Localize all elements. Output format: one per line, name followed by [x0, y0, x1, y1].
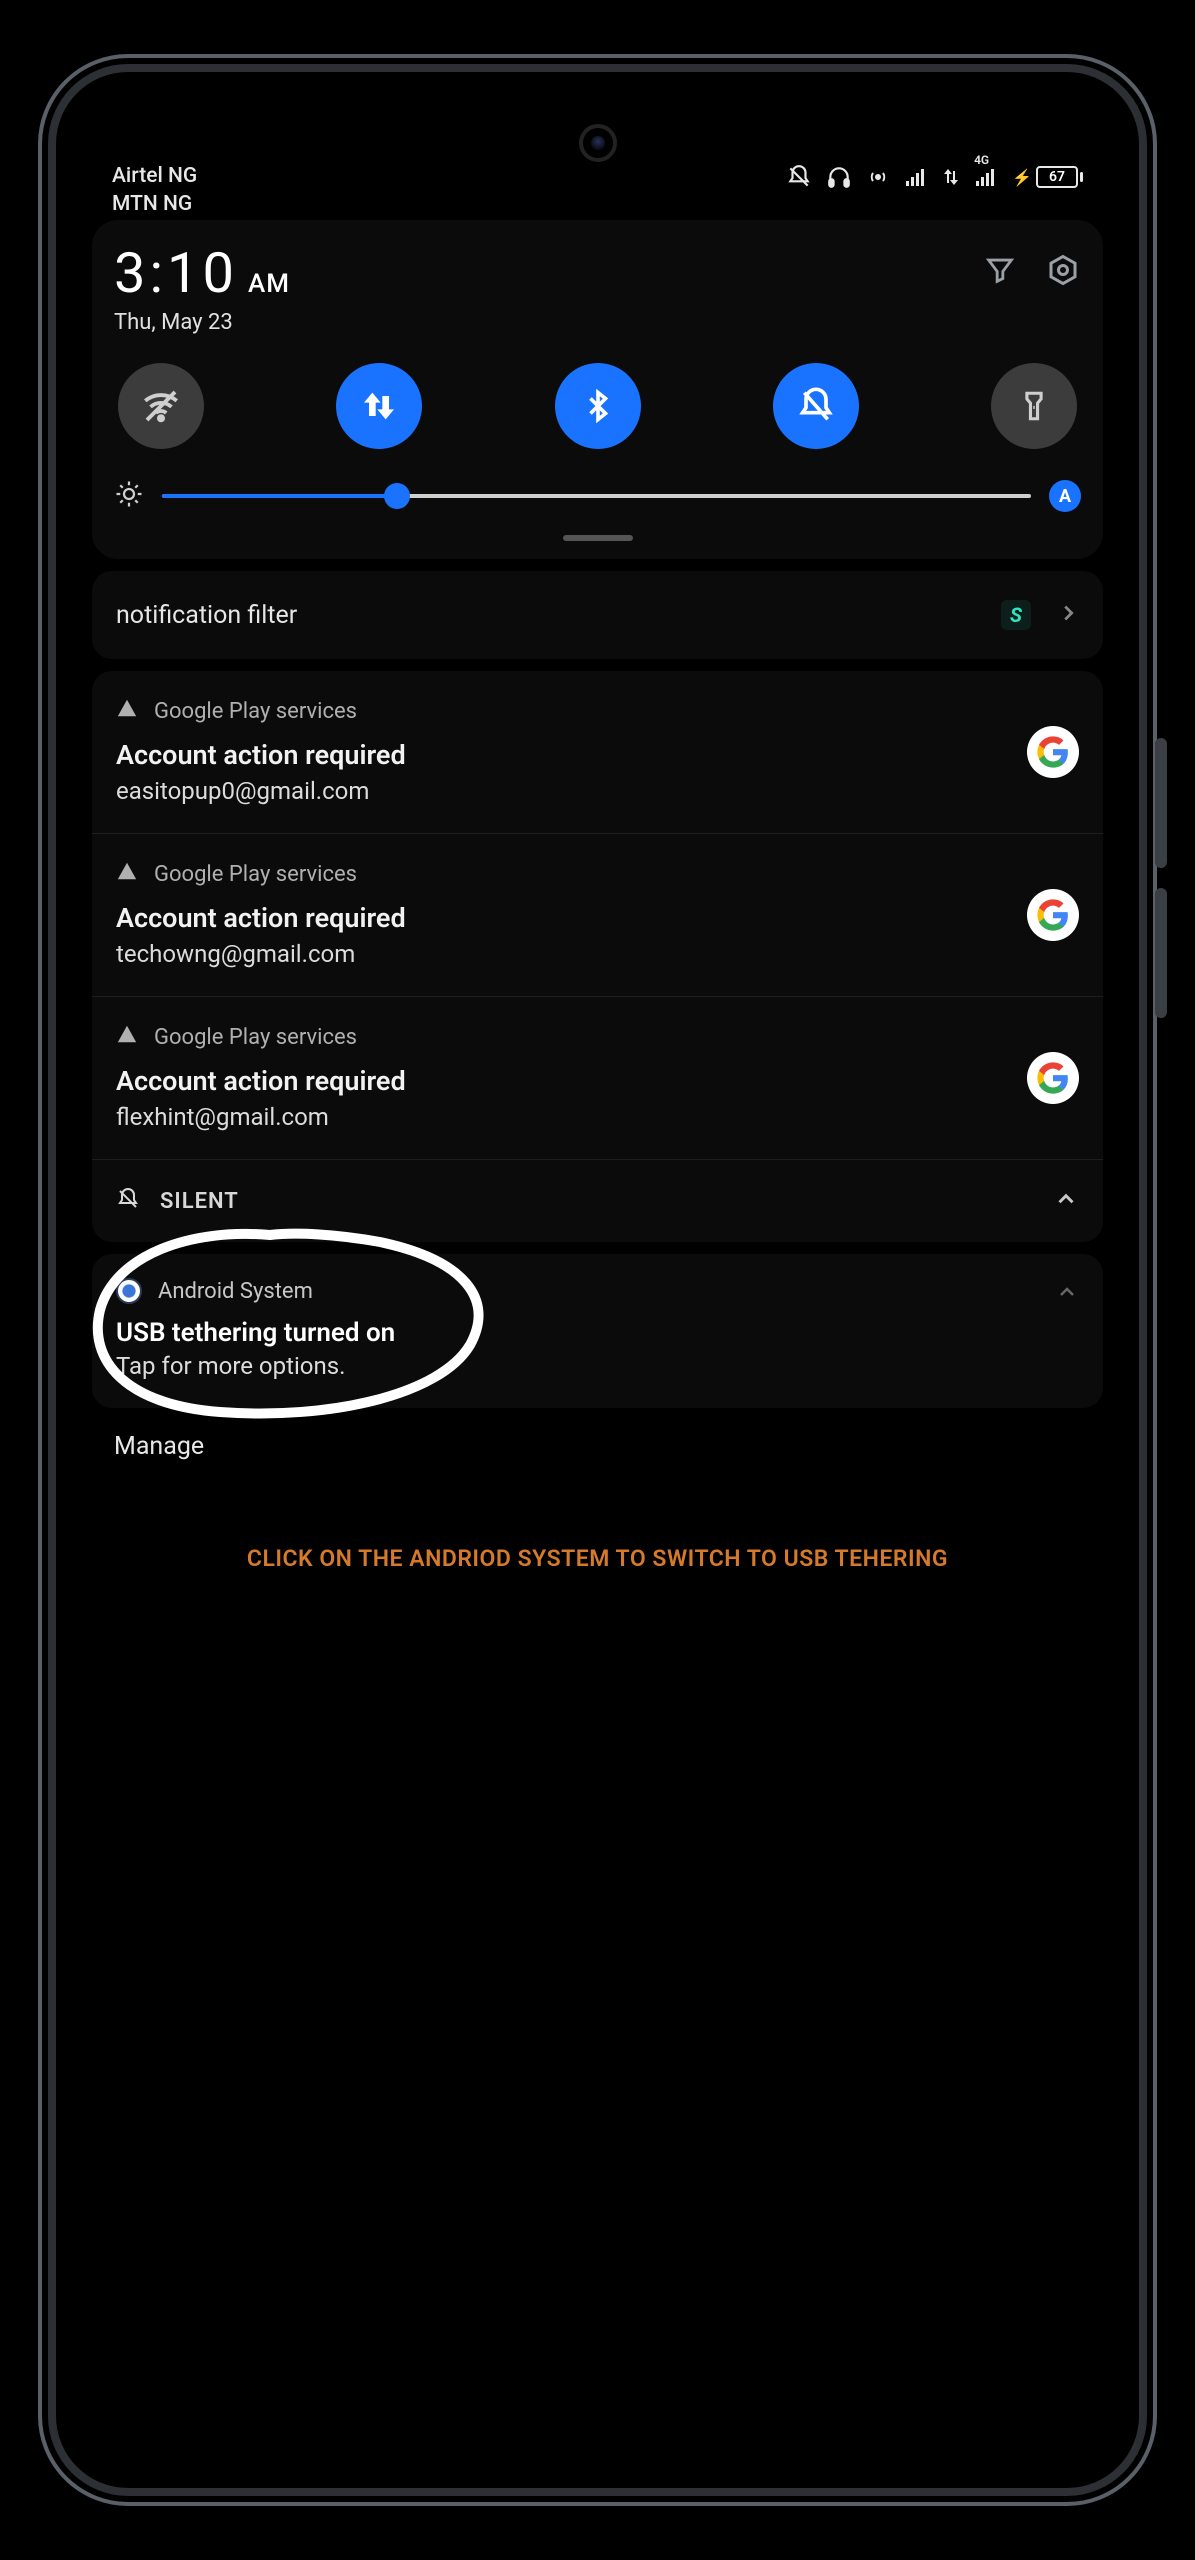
clock-time: 3:10 [114, 240, 238, 306]
system-notification-app: Android System [158, 1279, 313, 1304]
data-arrows-icon [942, 165, 960, 189]
charging-icon: ⚡ [1012, 168, 1032, 187]
filter-icon[interactable] [983, 253, 1017, 291]
volume-up-button[interactable] [1155, 738, 1167, 868]
notification-app: Google Play services [154, 1025, 357, 1050]
notification-subtitle: easitopup0@gmail.com [116, 777, 1079, 805]
tile-mobile-data[interactable] [336, 363, 422, 449]
google-icon [1027, 1052, 1079, 1104]
silent-icon [116, 1187, 140, 1215]
clock[interactable]: 3:10 AM Thu, May 23 [114, 240, 290, 335]
warning-icon [116, 1023, 138, 1051]
qs-tiles [114, 363, 1081, 449]
chevron-right-icon [1057, 602, 1079, 628]
carriers: Airtel NG MTN NG [112, 106, 197, 218]
tile-wifi[interactable] [118, 363, 204, 449]
brightness-row: A [114, 479, 1081, 513]
clock-ampm: AM [248, 269, 290, 299]
notification-title: Account action required [116, 1065, 1079, 1097]
notification-filter-card[interactable]: notification filter S [92, 571, 1103, 659]
battery-indicator: ⚡ 67 [1012, 166, 1083, 188]
notification-app: Google Play services [154, 862, 357, 887]
status-bar: Airtel NG MTN NG [86, 96, 1109, 216]
hotspot-icon [866, 165, 890, 189]
filter-app-badge: S [1001, 600, 1031, 630]
google-icon [1027, 889, 1079, 941]
filter-label: notification filter [116, 601, 297, 630]
content: Airtel NG MTN NG [80, 96, 1115, 2464]
phone-frame: Airtel NG MTN NG [38, 54, 1157, 2506]
clock-date: Thu, May 23 [114, 310, 290, 335]
silent-section-header[interactable]: SILENT [92, 1159, 1103, 1242]
screen: Airtel NG MTN NG [80, 96, 1115, 2464]
manage-button[interactable]: Manage [86, 1408, 1109, 1485]
warning-icon [116, 697, 138, 725]
signal-2-icon: 4G [974, 165, 998, 189]
google-icon [1027, 726, 1079, 778]
settings-icon[interactable] [1045, 252, 1081, 292]
chevron-up-icon [1053, 1186, 1079, 1216]
notification-title: Account action required [116, 739, 1079, 771]
brightness-slider[interactable] [162, 494, 1031, 498]
dnd-status-icon [786, 164, 812, 190]
signal-1-icon [904, 165, 928, 189]
carrier-2: MTN NG [112, 190, 197, 218]
warning-icon [116, 860, 138, 888]
notification-subtitle: techowng@gmail.com [116, 940, 1079, 968]
notification-subtitle: flexhint@gmail.com [116, 1103, 1079, 1131]
stage: Airtel NG MTN NG [0, 0, 1195, 2560]
notification-app: Google Play services [154, 699, 357, 724]
carrier-1: Airtel NG [112, 162, 197, 190]
status-icons: 4G ⚡ 67 [786, 106, 1083, 190]
volume-down-button[interactable] [1155, 888, 1167, 1018]
notification-title: Account action required [116, 902, 1079, 934]
tile-bluetooth[interactable] [555, 363, 641, 449]
bezel: Airtel NG MTN NG [60, 76, 1135, 2484]
chevron-up-icon [1055, 1280, 1079, 1308]
notification-item[interactable]: Google Play services Account action requ… [92, 671, 1103, 833]
system-notification[interactable]: Android System USB tethering turned on T… [92, 1254, 1103, 1408]
silent-label: SILENT [160, 1189, 239, 1214]
system-notification-subtitle: Tap for more options. [116, 1352, 1079, 1380]
android-system-icon [116, 1278, 142, 1304]
panel-drag-handle[interactable] [563, 535, 633, 541]
quick-settings-panel: 3:10 AM Thu, May 23 [92, 220, 1103, 559]
instruction-text: CLICK ON THE ANDRIOD SYSTEM TO SWITCH TO… [86, 1545, 1109, 1572]
brightness-icon [114, 479, 144, 513]
auto-brightness-toggle[interactable]: A [1049, 480, 1081, 512]
tile-flashlight[interactable] [991, 363, 1077, 449]
notification-group: Google Play services Account action requ… [92, 671, 1103, 1242]
tile-dnd[interactable] [773, 363, 859, 449]
notification-item[interactable]: Google Play services Account action requ… [92, 833, 1103, 996]
system-notification-title: USB tethering turned on [116, 1318, 1079, 1348]
notification-item[interactable]: Google Play services Account action requ… [92, 996, 1103, 1159]
headphones-icon [826, 164, 852, 190]
